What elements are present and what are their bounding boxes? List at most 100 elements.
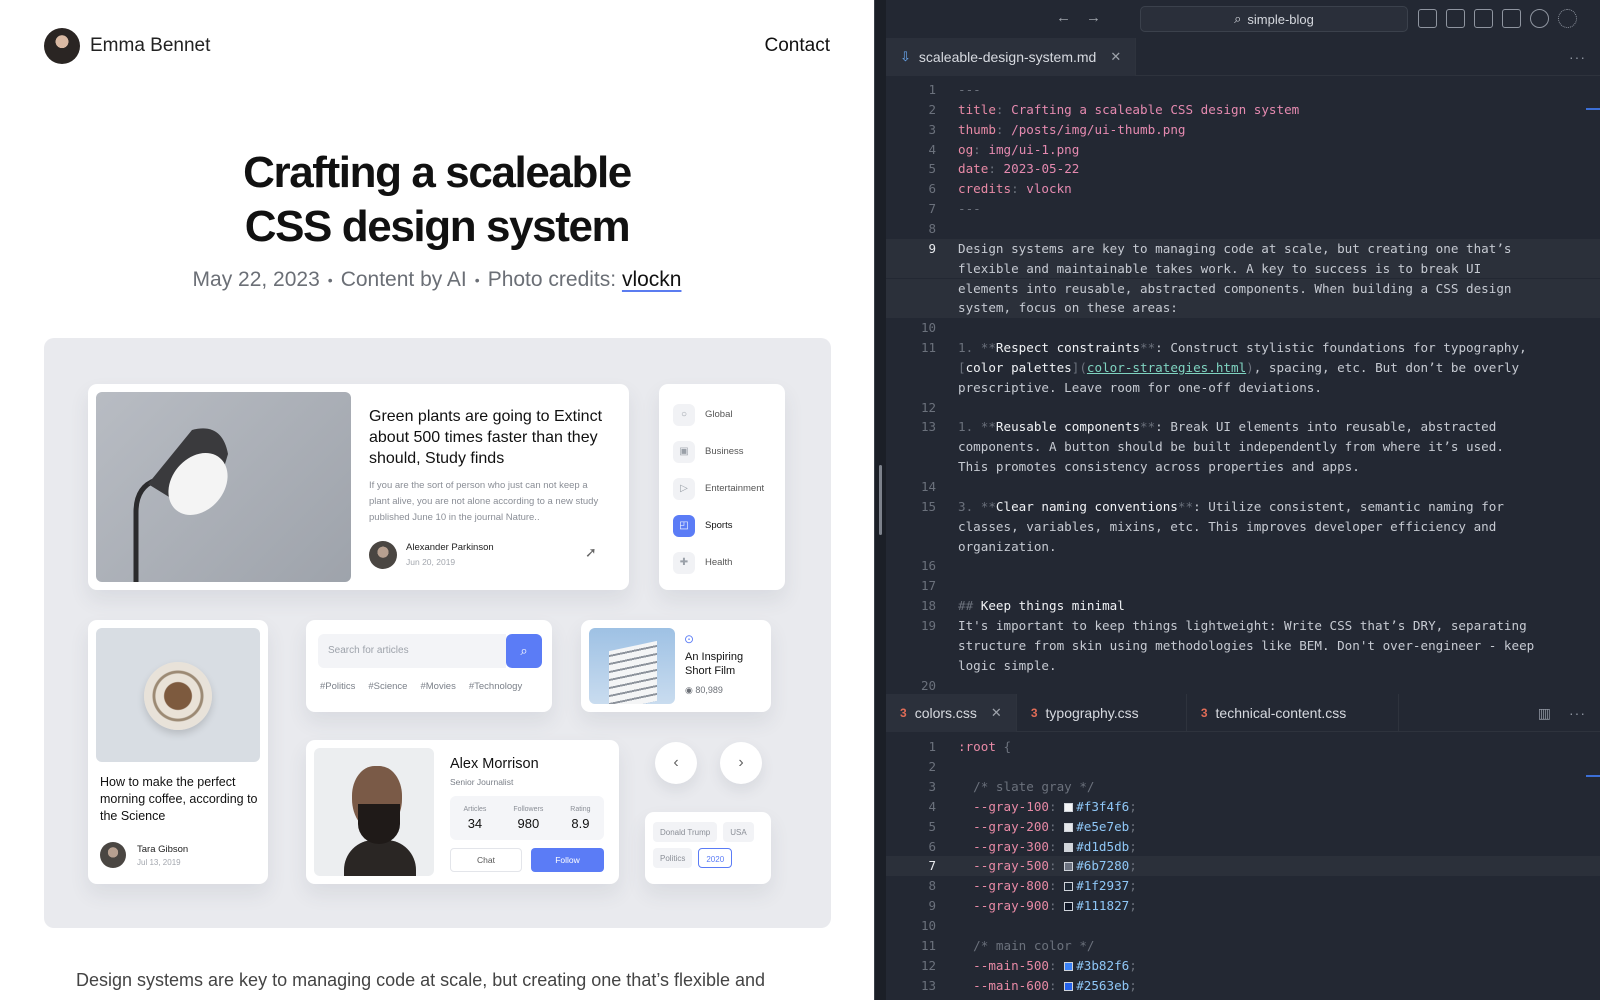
close-icon[interactable]: ✕ [1110,49,1121,65]
lamp-image [96,392,351,582]
film-views: ◉ 80,989 [685,685,723,696]
markdown-file-icon: ⇩ [900,49,911,64]
chip: Donald Trump [653,822,718,842]
author-link[interactable]: Emma Bennet [44,28,210,64]
tab-colors[interactable]: 3 colors.css ✕ [886,694,1017,732]
search-icon: ⌕ [1234,11,1242,26]
line-number: 12 [920,399,936,415]
play-icon: ⊙ [684,632,695,646]
line-number: 9 [928,240,936,256]
tab-typography[interactable]: 3 typography.css [1017,694,1187,732]
line-number: 20 [920,677,936,693]
search-card: Search for articles ⌕ #Politics #Science… [306,620,552,712]
chevron-right-icon: › [720,742,762,784]
category-label: Sports [705,520,733,531]
credits-link[interactable]: vlockn [622,268,682,291]
divider-grip[interactable] [879,465,882,535]
tag-list: #Politics #Science #Movies #Technology [320,681,522,692]
stat: Articles 34 [463,805,487,831]
category-business: ▣ Business [673,433,771,470]
health-icon: ✚ [673,551,695,574]
more-icon[interactable]: ··· [1569,49,1586,65]
tab-markdown[interactable]: ⇩ scaleable-design-system.md ✕ [886,38,1137,76]
profile-photo [314,748,434,876]
forward-arrow-icon[interactable]: → [1086,9,1101,26]
line-number: 11 [920,938,936,953]
css-file-icon: 3 [900,706,907,720]
workspace-name: simple-blog [1247,11,1314,27]
hero-image: Green plants are going to Extinct about … [44,338,831,928]
building-image [589,628,675,704]
line-number: 3 [928,778,936,794]
code-line: ## Keep things minimal [958,598,1125,614]
coffee-image [96,628,260,762]
css-file-icon: 3 [1030,706,1038,720]
line-number: 6 [928,181,936,197]
code-line: :root { [958,739,1012,754]
article-excerpt: If you are the sort of person who just c… [369,480,599,523]
article-author: Alexander Parkinson [406,542,494,553]
category-health: ✚ Health [673,544,771,581]
line-number: 3 [928,121,936,137]
line-number: 11 [920,340,936,356]
contact-link[interactable]: Contact [765,35,830,57]
code-line: og: img/ui-1.png [958,141,1080,157]
avatar [369,541,397,569]
title-line-1: Crafting a scaleable [243,148,632,197]
back-arrow-icon[interactable]: ← [1056,9,1071,26]
author-name: Emma Bennet [90,35,211,56]
line-number: 7 [928,858,936,874]
more-icon[interactable]: ··· [1569,705,1586,721]
customize-layout-icon[interactable] [1502,9,1521,28]
css-editor[interactable]: 1:root {2 3 /* slate gray */ 4 --gray-100:… [886,733,1600,1000]
code-line: /* slate gray */ [973,778,1095,794]
code-line: elements into reusable, abstracted compo… [958,280,1512,296]
code-line: Design systems are key to managing code … [958,240,1512,256]
avatar [44,28,80,64]
tag: #Technology [468,681,523,692]
split-editor-icon[interactable]: ▥ [1538,705,1552,722]
code-line: --gray-900: #111827; [973,898,1137,914]
share-icon: ➚ [585,544,597,560]
code-line: --gray-100: #f3f4f6; [973,798,1137,814]
tab-label: colors.css [914,705,977,721]
command-center[interactable]: ⌕ simple-blog [1140,6,1408,32]
line-number: 17 [920,578,936,594]
code-line: logic simple. [958,657,1057,673]
line-number: 1 [928,739,936,754]
editor-tabs-bottom: 3 colors.css ✕ 3 typography.css 3 technical-… [886,694,1600,732]
account-icon[interactable] [1530,9,1549,28]
globe-icon: ○ [673,403,695,426]
follow-button-image: Follow [531,848,604,872]
category-sports: ◰ Sports [673,507,771,544]
toggle-panel-icon[interactable] [1446,9,1465,28]
gear-icon[interactable] [1558,9,1577,28]
toggle-sidebar-icon[interactable] [1418,9,1437,28]
toggle-secondary-sidebar-icon[interactable] [1474,9,1493,28]
code-line: --gray-300: #d1d5db; [973,838,1137,854]
tag: #Politics [320,681,356,692]
chat-button-image: Chat [450,848,522,872]
title-bar: ← → ⌕ simple-blog [886,0,1600,38]
coffee-date: Jul 13, 2019 [137,858,181,867]
search-icon: ⌕ [506,634,542,668]
code-line: --- [958,82,981,97]
code-line: 1. **Respect constraints**: Construct st… [958,340,1527,356]
editor-tabs-top: ⇩ scaleable-design-system.md ✕ ··· [886,38,1600,76]
tab-technical-content[interactable]: 3 technical-content.css [1187,694,1399,732]
code-line: title: Crafting a scaleable CSS design s… [958,101,1300,117]
close-icon[interactable]: ✕ [991,705,1002,721]
line-number: 5 [928,818,936,834]
sports-icon: ◰ [673,514,695,537]
play-icon: ▷ [673,477,695,500]
briefcase-icon: ▣ [673,440,695,463]
code-line: classes, variables, mixins, etc. This im… [958,518,1497,534]
code-line: components. A button should be built ind… [958,439,1504,455]
line-number: 13 [920,977,936,993]
line-number: 12 [920,957,936,973]
film-title: An Inspiring Short Film [685,651,744,677]
chip: Politics [653,848,693,868]
stat: Rating 8.9 [570,805,591,831]
line-number: 4 [928,798,936,814]
markdown-editor[interactable]: 1 --- 2 title: Crafting a scaleable CSS des… [886,77,1600,694]
